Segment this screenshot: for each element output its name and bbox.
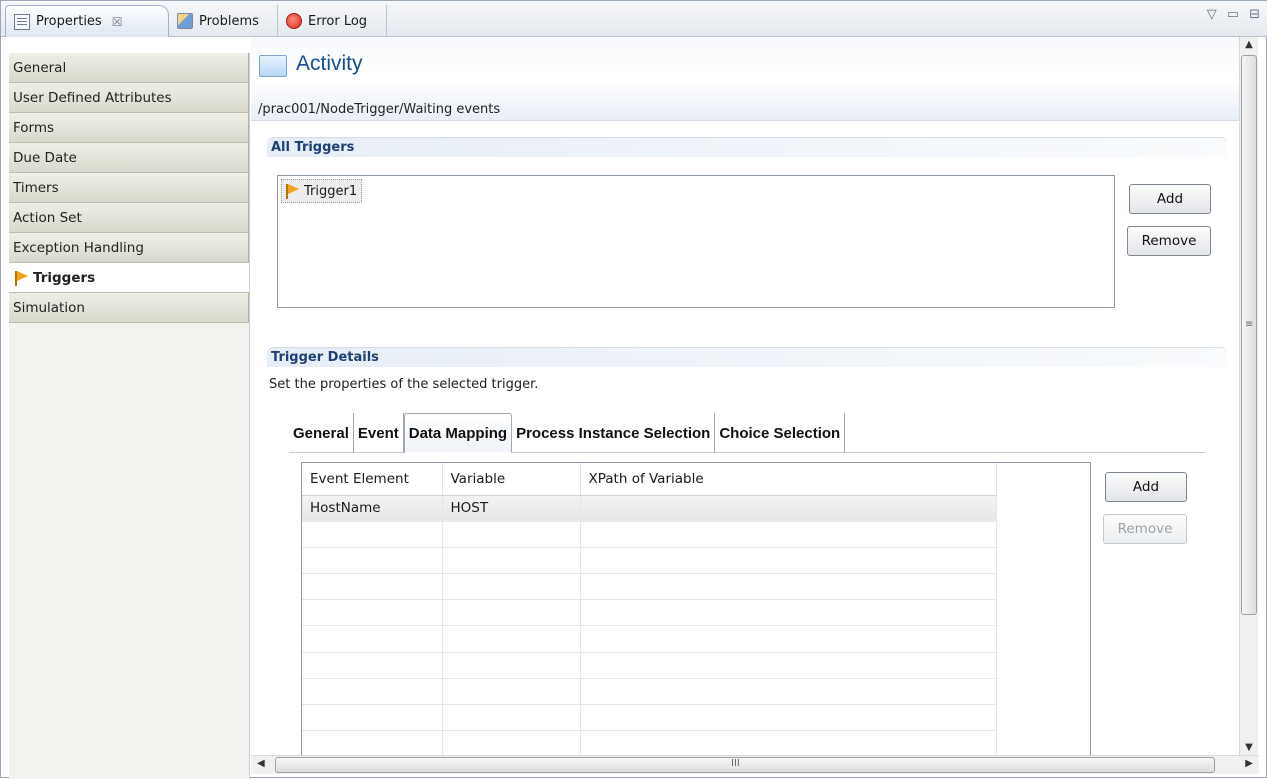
scroll-up-icon[interactable]: ▲ [1243, 39, 1255, 50]
table-row-empty [302, 625, 997, 653]
category-label: Forms [13, 119, 55, 136]
category-simulation[interactable]: Simulation [9, 293, 249, 323]
category-label: Due Date [13, 149, 77, 166]
category-label: Action Set [13, 209, 82, 226]
trigger-flag-icon [284, 183, 300, 199]
view-menu-icon[interactable]: ▽ [1207, 7, 1217, 22]
view-tab-bar: Properties ☒ Problems Error Log ▽ ▭ ⊟ [1, 1, 1267, 37]
tab-properties[interactable]: Properties ☒ [5, 5, 169, 37]
properties-header: Activity /prac001/NodeTrigger/Waiting ev… [251, 37, 1239, 121]
category-list: General User Defined Attributes Forms Du… [9, 53, 250, 779]
grip-icon: III [731, 758, 740, 769]
problems-icon [177, 13, 193, 29]
trigger-list-item[interactable]: Trigger1 [281, 179, 363, 203]
section-trigger-details: Trigger Details [267, 347, 1227, 367]
element-path: /prac001/NodeTrigger/Waiting events [258, 102, 501, 117]
table-row-empty [302, 547, 997, 575]
trigger-name: Trigger1 [304, 183, 358, 199]
table-header-row: Event Element Variable XPath of Variable [302, 463, 997, 496]
table-row-empty [302, 599, 997, 627]
table-row-empty [302, 521, 997, 548]
tab-event[interactable]: Event [354, 413, 404, 453]
category-label: Timers [13, 179, 59, 196]
category-timers[interactable]: Timers [9, 173, 249, 203]
category-label: User Defined Attributes [13, 89, 172, 106]
tab-data-mapping[interactable]: Data Mapping [403, 413, 513, 453]
column-header-variable[interactable]: Variable [442, 463, 581, 496]
category-label: Exception Handling [13, 239, 144, 256]
activity-icon [259, 55, 287, 77]
table-row-empty [302, 573, 997, 601]
tab-error-log-label: Error Log [308, 13, 368, 29]
add-trigger-button[interactable]: Add [1129, 184, 1211, 214]
vertical-scrollbar[interactable]: ▲ ≡ ▼ [1239, 37, 1258, 755]
horizontal-scroll-thumb[interactable] [275, 757, 1215, 773]
data-mapping-table[interactable]: Event Element Variable XPath of Variable… [301, 462, 1091, 755]
remove-mapping-button[interactable]: Remove [1103, 514, 1187, 544]
trigger-flag-icon [13, 270, 29, 286]
trigger-details-tabs: General Event Data Mapping Process Insta… [289, 413, 1205, 453]
category-exception-handling[interactable]: Exception Handling [9, 233, 249, 263]
cell-event-element[interactable]: HostName [302, 495, 443, 522]
category-label: General [13, 59, 67, 76]
category-user-defined-attributes[interactable]: User Defined Attributes [9, 83, 249, 113]
category-due-date[interactable]: Due Date [9, 143, 249, 173]
scroll-down-icon[interactable]: ▼ [1243, 742, 1255, 753]
cell-xpath-of-variable[interactable] [580, 495, 997, 522]
tab-properties-label: Properties [36, 14, 102, 29]
properties-content: Activity /prac001/NodeTrigger/Waiting ev… [251, 37, 1239, 755]
horizontal-scrollbar[interactable]: ◀ III ▶ [251, 755, 1259, 774]
table-row-empty [302, 678, 997, 706]
error-log-icon [286, 13, 302, 29]
triggers-list[interactable]: Trigger1 [277, 175, 1115, 308]
tab-problems-label: Problems [199, 13, 259, 29]
table-row-empty [302, 730, 997, 755]
tab-process-instance-selection[interactable]: Process Instance Selection [512, 413, 716, 453]
properties-view: Properties ☒ Problems Error Log ▽ ▭ ⊟ Ge… [0, 0, 1267, 779]
category-label: Triggers [33, 269, 96, 286]
grip-icon: ≡ [1245, 319, 1254, 330]
column-header-event-element[interactable]: Event Element [302, 463, 443, 496]
category-forms[interactable]: Forms [9, 113, 249, 143]
cell-variable[interactable]: HOST [442, 495, 581, 522]
trigger-details-description: Set the properties of the selected trigg… [269, 377, 539, 392]
category-label: Simulation [13, 299, 85, 316]
vertical-scroll-thumb[interactable] [1241, 55, 1257, 615]
column-header-xpath-of-variable[interactable]: XPath of Variable [580, 463, 997, 496]
table-row-empty [302, 652, 997, 679]
scroll-left-icon[interactable]: ◀ [257, 758, 265, 769]
category-general[interactable]: General [9, 53, 249, 83]
view-controls: ▽ ▭ ⊟ [1207, 7, 1260, 22]
page-title: Activity [296, 52, 363, 75]
section-all-triggers: All Triggers [267, 137, 1227, 157]
properties-icon [14, 13, 30, 30]
tab-error-log[interactable]: Error Log [277, 5, 387, 37]
tab-general[interactable]: General [289, 413, 354, 453]
tab-problems[interactable]: Problems [169, 5, 281, 37]
maximize-icon[interactable]: ⊟ [1249, 7, 1260, 22]
category-action-set[interactable]: Action Set [9, 203, 249, 233]
add-mapping-button[interactable]: Add [1105, 472, 1187, 502]
minimize-icon[interactable]: ▭ [1227, 7, 1239, 22]
remove-trigger-button[interactable]: Remove [1127, 226, 1211, 256]
tab-choice-selection[interactable]: Choice Selection [715, 413, 846, 453]
table-row[interactable]: HostName HOST [302, 495, 997, 522]
category-triggers[interactable]: Triggers [9, 263, 249, 293]
scroll-right-icon[interactable]: ▶ [1245, 758, 1253, 769]
table-row-empty [302, 704, 997, 732]
close-icon[interactable]: ☒ [112, 15, 123, 29]
